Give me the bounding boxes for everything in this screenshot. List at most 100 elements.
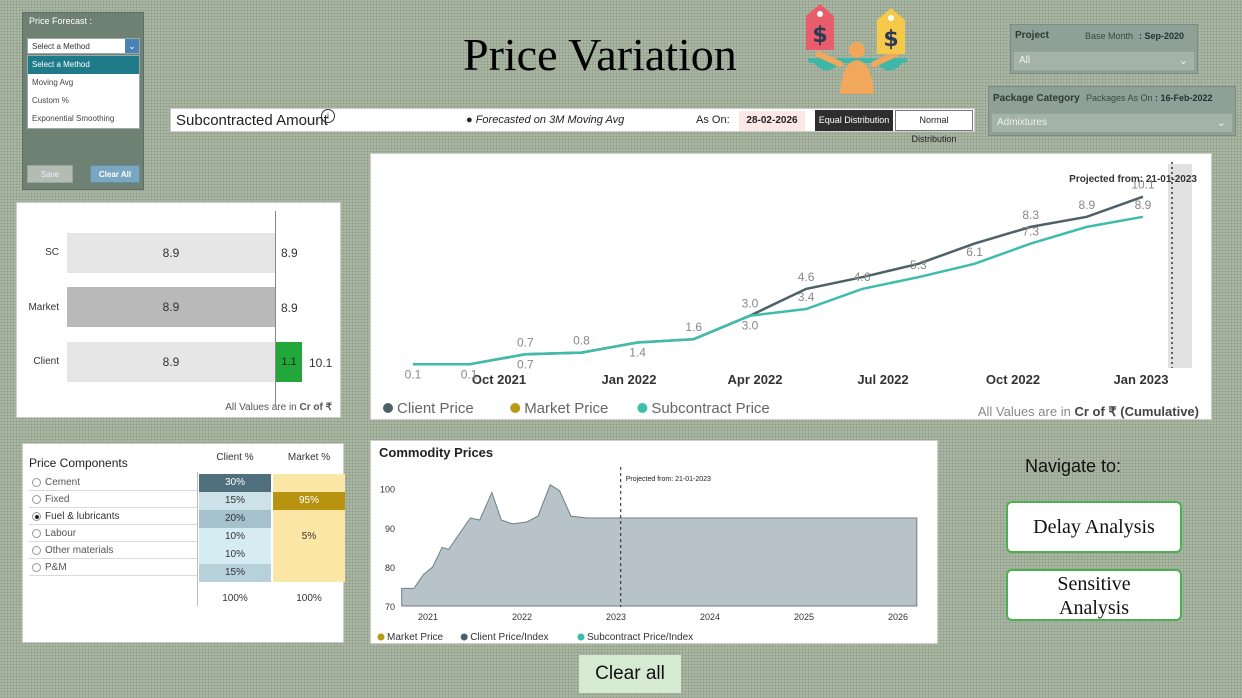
market-cell: 5% [273, 528, 345, 546]
method-dropdown-list: Select a Method Moving Avg Custom % Expo… [27, 55, 140, 129]
component-label: P&M [45, 562, 67, 573]
market-cell [273, 546, 345, 564]
component-item[interactable]: Labour [29, 525, 197, 542]
price-forecast-title: Price Forecast : [29, 16, 93, 26]
client-cell: 10% [199, 546, 271, 564]
chevron-down-icon[interactable]: ⌄ [125, 39, 139, 53]
legend-marker [577, 633, 585, 641]
y-tick-label: 90 [385, 524, 395, 534]
as-on-label: As On: [696, 114, 730, 126]
component-label: Fuel & lubricants [45, 511, 120, 522]
clear-all-forecast-button[interactable]: Clear All [90, 165, 140, 183]
footer-unit: Cr of ₹ [299, 402, 332, 413]
data-label: 7.3 [1022, 225, 1039, 239]
x-tick-label: 2026 [888, 612, 908, 622]
clear-all-button[interactable]: Clear all [579, 655, 681, 693]
projected-label: Projected from: 21-01-2023 [626, 476, 711, 483]
client-total: 100% [222, 593, 248, 604]
subcontracted-amount-bar: Subcontracted Amount i ● Forecasted on 3… [170, 108, 975, 144]
footer-prefix: All Values are in [225, 402, 300, 413]
data-label: 6.1 [966, 245, 983, 259]
method-select-value: Select a Method [32, 42, 90, 51]
page-title: Price Variation [463, 29, 737, 80]
cumulative-price-chart: Projected from: 21-01-2023 Oct 2021 Jan 20… [370, 153, 1212, 420]
client-cell: 20% [199, 510, 271, 528]
sensitive-analysis-button[interactable]: Sensitive Analysis [1006, 569, 1182, 621]
method-option[interactable]: Moving Avg [28, 74, 139, 92]
y-tick-label: 100 [380, 485, 395, 495]
component-label: Cement [45, 477, 81, 488]
project-select[interactable]: All ⌄ [1013, 51, 1195, 71]
component-item[interactable]: P&M [29, 559, 197, 576]
subcontracted-amount-title: Subcontracted Amount [176, 112, 328, 129]
data-label: 3.0 [742, 297, 759, 311]
bar-client[interactable]: 8.9 [67, 342, 275, 382]
component-label: Fixed [45, 494, 70, 505]
radio-icon[interactable] [32, 529, 41, 538]
info-icon[interactable]: i [321, 109, 335, 123]
bar-label-sc: SC [45, 247, 59, 258]
radio-icon[interactable] [32, 495, 41, 504]
component-list: Cement Fixed Fuel & lubricants Labour Ot… [29, 474, 197, 576]
component-label: Other materials [45, 545, 114, 556]
svg-text:$: $ [812, 23, 827, 48]
cumulative-price-svg: Projected from: 21-01-2023Oct 2021 Jan 20… [383, 162, 1199, 419]
as-on-date[interactable]: 28-02-2026 [739, 111, 805, 131]
client-cell: 30% [199, 474, 271, 492]
base-month-value: : Sep-2020 [1139, 31, 1185, 41]
legend-label: Market Price [387, 632, 444, 643]
method-option[interactable]: Exponential Smoothing [28, 110, 139, 128]
bar-sc[interactable]: 8.9 [67, 233, 275, 273]
package-category-value: Admixtures [997, 117, 1048, 128]
data-label: 4.6 [854, 270, 871, 284]
radio-icon[interactable] [32, 478, 41, 487]
x-tick-label: 2022 [512, 612, 532, 622]
price-balance-icon: $ $ [806, 4, 907, 94]
x-tick-label: Apr 2022 [728, 372, 783, 387]
bar-label-client: Client [33, 356, 59, 367]
component-item[interactable]: Fixed [29, 491, 197, 508]
legend-label: Subcontract Price/Index [587, 632, 693, 643]
bar-market[interactable]: 8.9 [67, 287, 275, 327]
data-label: 8.9 [1135, 198, 1152, 212]
divider [197, 472, 198, 606]
data-label: 0.1 [461, 367, 478, 381]
legend-marker [510, 403, 521, 413]
comparison-footer: All Values are in Cr of ₹ [225, 402, 332, 413]
chevron-down-icon: ⌄ [1178, 55, 1188, 67]
method-option[interactable]: Select a Method [28, 56, 139, 74]
legend-marker [637, 403, 648, 413]
radio-icon[interactable] [32, 546, 41, 555]
component-item[interactable]: Cement [29, 474, 197, 491]
project-filter: Project Base Month : Sep-2020 All ⌄ [1010, 24, 1198, 74]
price-components-panel: Client % Market % Price Components Cemen… [22, 443, 345, 643]
client-percent-header: Client % [216, 452, 254, 463]
bar-label-market: Market [28, 302, 59, 313]
price-comparison-chart: SC 8.9 8.9 Market 8.9 8.9 Client 8.9 1.1… [16, 202, 341, 418]
footer-prefix: All Values are in [978, 404, 1075, 419]
data-label: 10.1 [1131, 178, 1155, 192]
sensitive-analysis-line1: Sensitive [1057, 573, 1131, 595]
equal-distribution-button[interactable]: Equal Distribution [815, 110, 893, 131]
normal-distribution-button[interactable]: Normal Distribution [895, 110, 973, 144]
x-tick-label: 2024 [700, 612, 720, 622]
data-label: 5.3 [910, 258, 927, 272]
component-item[interactable]: Other materials [29, 542, 197, 559]
data-label: 0.1 [405, 367, 422, 381]
client-cell: 15% [199, 564, 271, 582]
save-button[interactable]: Save [27, 165, 73, 183]
radio-icon[interactable] [32, 563, 41, 572]
price-components-title: Price Components [29, 456, 128, 470]
radio-selected-icon[interactable] [32, 512, 41, 521]
package-category-select[interactable]: Admixtures ⌄ [991, 113, 1233, 133]
legend-label: Client Price/Index [470, 632, 548, 643]
market-percent-header: Market % [287, 452, 331, 463]
data-label: 4.6 [798, 270, 815, 284]
market-cell: 95% [273, 492, 345, 510]
method-option[interactable]: Custom % [28, 92, 139, 110]
delay-analysis-button[interactable]: Delay Analysis [1006, 501, 1182, 553]
data-label: 3.4 [798, 290, 815, 304]
component-item[interactable]: Fuel & lubricants [29, 508, 197, 525]
bar-client-extra[interactable]: 1.1 [276, 342, 302, 382]
method-select[interactable]: Select a Method ⌄ [27, 38, 140, 54]
